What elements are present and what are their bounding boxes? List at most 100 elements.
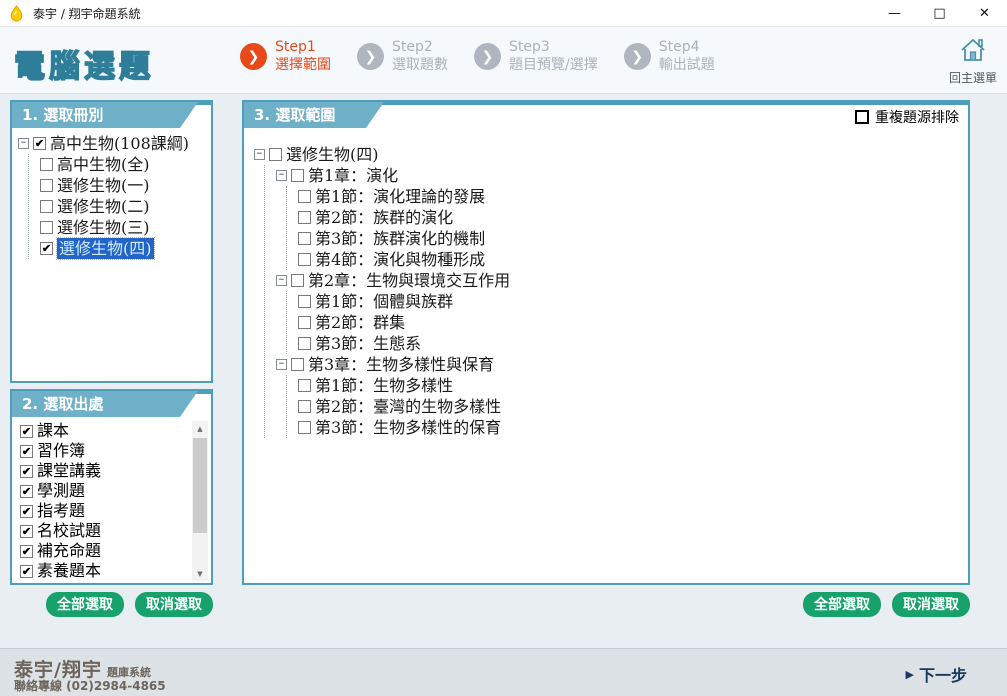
select-all-sources-button[interactable]: 全部選取 [46, 592, 124, 617]
home-button[interactable]: 回主選單 [947, 37, 999, 86]
list-item[interactable]: ✔學測題 [20, 481, 189, 501]
deselect-range-button[interactable]: 取消選取 [892, 592, 970, 617]
checkbox[interactable] [40, 158, 53, 171]
tree-item-label[interactable]: 高中生物(108課綱) [50, 133, 189, 154]
tree-item-chapter[interactable]: − 第1章：演化 [265, 165, 964, 186]
checkbox[interactable] [40, 179, 53, 192]
checkbox[interactable]: ✔ [20, 505, 33, 518]
list-item[interactable]: ✔課堂講義 [20, 461, 189, 481]
step-3[interactable]: ❯Step3題目預覽/選擇 [474, 39, 598, 74]
tree-item-label[interactable]: 第2章：生物與環境交互作用 [308, 270, 510, 291]
tree-item[interactable]: 選修生物(一) [29, 175, 207, 196]
tree-item-root[interactable]: −✔ 高中生物(108課綱) [18, 133, 207, 154]
tree-item-label[interactable]: 選修生物(二) [57, 196, 150, 217]
expander-icon[interactable]: − [18, 138, 29, 149]
scrollbar-thumb[interactable] [193, 438, 207, 533]
tree-item[interactable]: 高中生物(全) [29, 154, 207, 175]
list-item[interactable]: ✔習作簿 [20, 441, 189, 461]
checkbox[interactable] [298, 421, 311, 434]
expander-icon[interactable]: − [276, 170, 287, 181]
tree-item-label[interactable]: 第1節：生物多樣性 [315, 375, 453, 396]
list-item[interactable]: ✔指考題 [20, 501, 189, 521]
tree-item-label[interactable]: 第2節：群集 [315, 312, 405, 333]
checkbox[interactable]: ✔ [40, 242, 53, 255]
list-item[interactable]: ✔補充命題 [20, 541, 189, 561]
expander-icon[interactable]: − [276, 359, 287, 370]
list-item[interactable]: ✔課本 [20, 421, 189, 441]
checkbox[interactable] [291, 274, 304, 287]
checkbox[interactable]: ✔ [20, 465, 33, 478]
checkbox[interactable]: ✔ [20, 545, 33, 558]
tree-item-label[interactable]: 第1章：演化 [308, 165, 398, 186]
dedup-option[interactable]: 重複題源排除 [855, 107, 959, 127]
checkbox[interactable]: ✔ [33, 137, 46, 150]
checkbox[interactable]: ✔ [20, 525, 33, 538]
tree-item-section[interactable]: 第2節：群集 [287, 312, 964, 333]
deselect-sources-button[interactable]: 取消選取 [135, 592, 213, 617]
step-1[interactable]: ❯Step1選擇範圍 [240, 39, 331, 74]
select-all-range-button[interactable]: 全部選取 [803, 592, 881, 617]
checkbox[interactable] [298, 211, 311, 224]
tree-item[interactable]: ✔ 選修生物(四) [29, 238, 207, 259]
tree-item-label[interactable]: 第3章：生物多樣性與保育 [308, 354, 494, 375]
dedup-checkbox[interactable] [855, 110, 869, 124]
tree-item-label[interactable]: 第3節：族群演化的機制 [315, 228, 485, 249]
step-4[interactable]: ❯Step4輸出試題 [624, 39, 715, 74]
tree-item-chapter[interactable]: − 第3章：生物多樣性與保育 [265, 354, 964, 375]
expander-icon[interactable]: − [254, 149, 265, 160]
checkbox[interactable]: ✔ [20, 565, 33, 578]
checkbox[interactable] [291, 358, 304, 371]
minimize-button[interactable]: — [872, 0, 917, 26]
checkbox[interactable] [269, 148, 282, 161]
tree-item-label[interactable]: 選修生物(一) [57, 175, 150, 196]
tree-item-label[interactable]: 第3節：生物多樣性的保育 [315, 417, 501, 438]
close-button[interactable]: ✕ [962, 0, 1007, 26]
tree-item-label[interactable]: 第2節：族群的演化 [315, 207, 453, 228]
tree-item-label[interactable]: 第1節：演化理論的發展 [315, 186, 485, 207]
step-2[interactable]: ❯Step2選取題數 [357, 39, 448, 74]
expander-icon[interactable]: − [276, 275, 287, 286]
tree-item-label[interactable]: 選修生物(三) [57, 217, 150, 238]
tree-item-section[interactable]: 第1節：生物多樣性 [287, 375, 964, 396]
checkbox[interactable] [298, 232, 311, 245]
tree-item-section[interactable]: 第2節：臺灣的生物多樣性 [287, 396, 964, 417]
tree-item-chapter[interactable]: − 第2章：生物與環境交互作用 [265, 270, 964, 291]
checkbox[interactable] [298, 295, 311, 308]
tree-item-section[interactable]: 第3節：生物多樣性的保育 [287, 417, 964, 438]
checkbox[interactable]: ✔ [20, 425, 33, 438]
tree-item-section[interactable]: 第2節：族群的演化 [287, 207, 964, 228]
checkbox[interactable] [298, 337, 311, 350]
tree-item-label[interactable]: 第4節：演化與物種形成 [315, 249, 485, 270]
checkbox[interactable] [40, 200, 53, 213]
tree-item-label[interactable]: 第2節：臺灣的生物多樣性 [315, 396, 501, 417]
tree-item-section[interactable]: 第3節：族群演化的機制 [287, 228, 964, 249]
checkbox[interactable] [298, 316, 311, 329]
tree-item[interactable]: 選修生物(二) [29, 196, 207, 217]
tree-item-section[interactable]: 第1節：個體與族群 [287, 291, 964, 312]
next-step-button[interactable]: ▶ 下一步 [906, 662, 967, 686]
tree-item-section[interactable]: 第1節：演化理論的發展 [287, 186, 964, 207]
scroll-up-icon[interactable]: ▲ [192, 421, 208, 436]
tree-item-label[interactable]: 第1節：個體與族群 [315, 291, 453, 312]
tree-item-label[interactable]: 選修生物(四) [286, 144, 379, 165]
checkbox[interactable] [298, 253, 311, 266]
scroll-down-icon[interactable]: ▼ [192, 566, 208, 581]
checkbox[interactable] [40, 221, 53, 234]
checkbox[interactable] [298, 400, 311, 413]
tree-item-root[interactable]: − 選修生物(四) [254, 144, 964, 165]
tree-item[interactable]: 選修生物(三) [29, 217, 207, 238]
tree-item-label[interactable]: 第3節：生態系 [315, 333, 421, 354]
checkbox[interactable] [291, 169, 304, 182]
list-item[interactable]: ✔名校試題 [20, 521, 189, 541]
scrollbar[interactable]: ▲ ▼ [192, 421, 208, 581]
maximize-button[interactable]: □ [917, 0, 962, 26]
checkbox[interactable]: ✔ [20, 445, 33, 458]
checkbox[interactable] [298, 190, 311, 203]
tree-item-section[interactable]: 第3節：生態系 [287, 333, 964, 354]
tree-item-section[interactable]: 第4節：演化與物種形成 [287, 249, 964, 270]
tree-item-label[interactable]: 高中生物(全) [57, 154, 150, 175]
checkbox[interactable]: ✔ [20, 485, 33, 498]
checkbox[interactable] [298, 379, 311, 392]
list-item[interactable]: ✔素養題本 [20, 561, 189, 581]
tree-item-label[interactable]: 選修生物(四) [57, 238, 154, 259]
